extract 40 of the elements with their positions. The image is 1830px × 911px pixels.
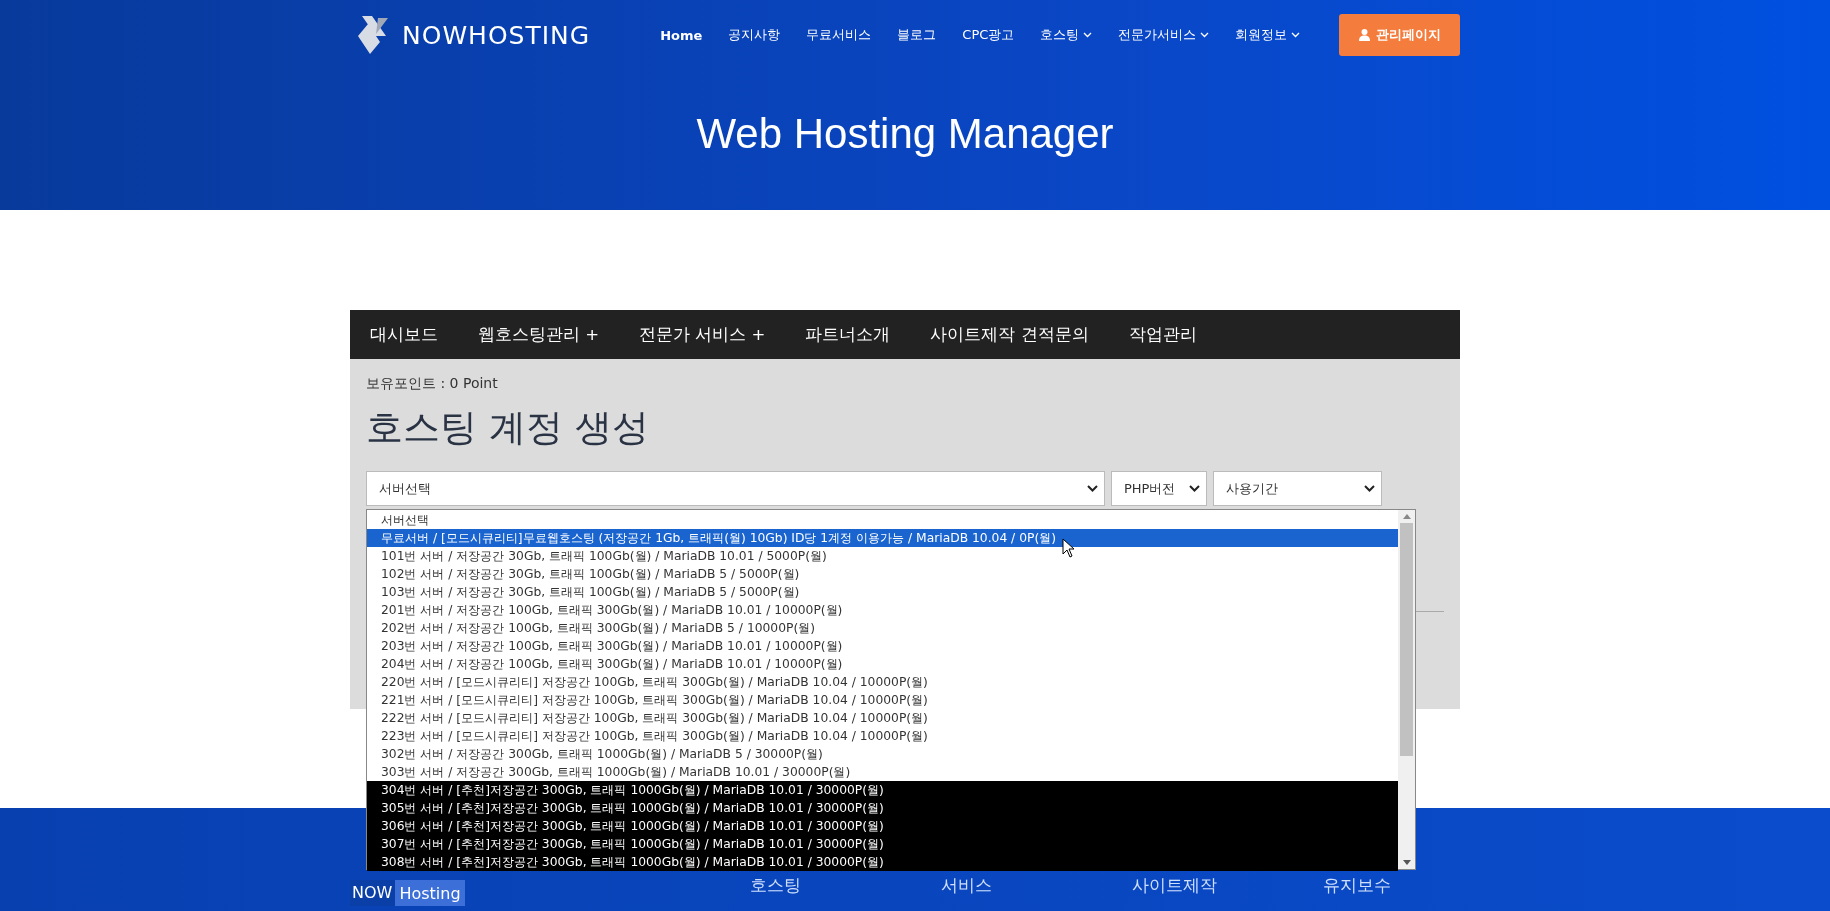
chevron-down-icon [1189,485,1200,492]
scrollbar[interactable] [1398,510,1415,869]
dropdown-option[interactable]: 305번 서버 / [추천]저장공간 300Gb, 트래픽 1000Gb(월) / MariaDB 10.01 / 30000P(월) [367,799,1398,817]
menu-item[interactable]: 사이트제작 견적문의 [930,323,1089,346]
footer-link[interactable]: 유지보수 [1322,874,1514,897]
points-text: 보유포인트 : 0 Point [366,375,499,393]
menu-item[interactable]: 전문가 서비스 + [639,323,766,346]
mouse-cursor-icon [1062,538,1076,558]
footer-link[interactable]: 사이트제작 [1131,874,1323,897]
nav-link[interactable]: 호스팅 [1040,26,1093,44]
server-select[interactable]: 서버선택 [366,471,1105,506]
logo-text[interactable]: NOWHOSTING [402,20,591,50]
chevron-down-icon [1364,485,1375,492]
section-heading: 호스팅 계정 생성 [366,405,650,451]
nav-link[interactable]: 무료서비스 [806,26,872,44]
dropdown-option[interactable]: 306번 서버 / [추천]저장공간 300Gb, 트래픽 1000Gb(월) / MariaDB 10.01 / 30000P(월) [367,817,1398,835]
footer-brand-text: NOW [350,880,396,906]
nav-link[interactable]: Home [660,27,703,43]
menu-item[interactable]: 웹호스팅관리 + [478,323,600,346]
period-select[interactable]: 사용기간 [1213,471,1382,506]
scroll-up-icon[interactable] [1402,514,1411,519]
footer-brand-text: Hosting [398,883,462,903]
user-icon [1358,29,1370,41]
footer-link[interactable]: 서비스 [940,874,1132,897]
page-title: Web Hosting Manager [695,110,1115,158]
nav-link[interactable]: CPC광고 [962,26,1015,44]
nav-link[interactable]: 공지사항 [728,26,781,44]
php-select[interactable]: PHP버전 [1111,471,1207,506]
menu-item[interactable]: 대시보드 [370,323,438,346]
dropdown-option[interactable]: 304번 서버 / [추천]저장공간 300Gb, 트래픽 1000Gb(월) / MariaDB 10.01 / 30000P(월) [367,781,1398,799]
scroll-down-icon[interactable] [1402,860,1411,865]
menu-item[interactable]: 파트너소개 [805,323,891,346]
dropdown-option[interactable]: 308번 서버 / [추천]저장공간 300Gb, 트래픽 1000Gb(월) / MariaDB 10.01 / 30000P(월) [367,853,1398,871]
nav-link[interactable]: 블로그 [897,26,937,44]
chevron-down-icon [1087,485,1098,492]
dropdown-option[interactable]: 307번 서버 / [추천]저장공간 300Gb, 트래픽 1000Gb(월) / MariaDB 10.01 / 30000P(월) [367,835,1398,853]
footer-link[interactable]: 호스팅 [749,874,941,897]
nav-link[interactable]: 회원정보 [1235,26,1301,44]
nav-link[interactable]: 전문가서비스 [1118,26,1210,44]
menu-item[interactable]: 작업관리 [1128,323,1197,346]
